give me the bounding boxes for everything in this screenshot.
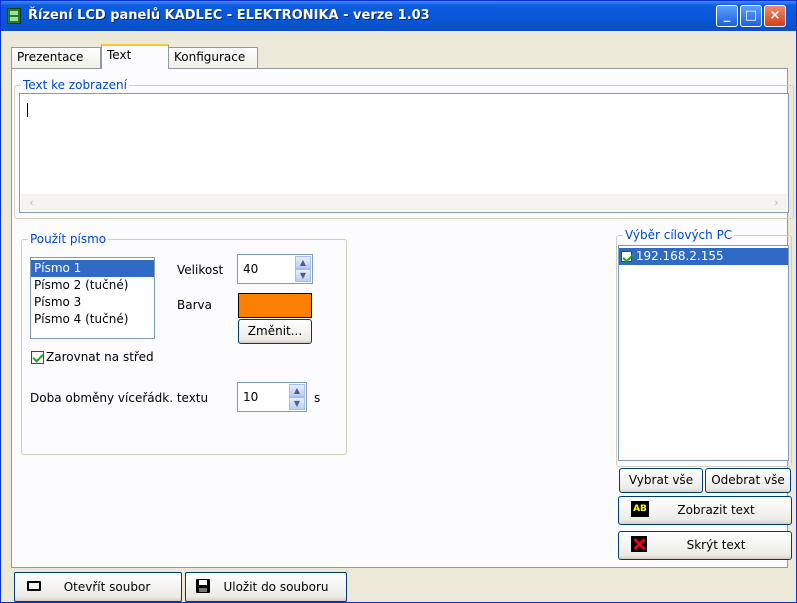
deselect-all-button[interactable]: Odebrat vše [705, 468, 791, 493]
size-spin-down-icon[interactable]: ▼ [295, 269, 311, 282]
color-swatch [238, 293, 312, 318]
font-group-legend: Použít písmo [28, 232, 109, 246]
interval-spinbox[interactable]: 10 ▲ ▼ [237, 382, 307, 412]
center-align-label[interactable]: Zarovnat na střed [46, 350, 154, 364]
change-color-button[interactable]: Změnit... [238, 319, 312, 344]
font-list-item[interactable]: Písmo 1 [31, 260, 154, 277]
text-group-legend: Text ke zobrazení [21, 78, 129, 92]
target-pc-item[interactable]: 192.168.2.155 [619, 248, 788, 265]
tab-prezentace[interactable]: Prezentace [11, 47, 101, 68]
target-pc-list[interactable]: 192.168.2.155 [618, 245, 789, 461]
app-window: Řízení LCD panelů KADLEC - ELEKTRONIKA -… [0, 0, 797, 603]
color-label: Barva [177, 298, 212, 312]
maximize-button[interactable]: □ [740, 5, 762, 27]
targets-group-legend: Výběr cílových PC [623, 228, 735, 242]
scroll-right-icon[interactable]: › [768, 194, 785, 211]
title-bar[interactable]: Řízení LCD panelů KADLEC - ELEKTRONIKA -… [1, 1, 796, 31]
display-text-textarea[interactable]: ‹ › [19, 93, 789, 213]
font-listbox[interactable]: Písmo 1 Písmo 2 (tučné) Písmo 3 Písmo 4 … [30, 257, 155, 339]
target-pc-label: 192.168.2.155 [635, 249, 724, 263]
size-spinbox[interactable]: 40 ▲ ▼ [237, 254, 313, 284]
center-align-checkbox[interactable] [31, 351, 44, 364]
tab-text[interactable]: Text [101, 44, 169, 69]
open-folder-icon [27, 581, 41, 591]
font-list-item[interactable]: Písmo 2 (tučné) [31, 277, 154, 294]
app-lcd-icon [7, 8, 21, 24]
interval-spin-buttons: ▲ ▼ [289, 384, 305, 410]
hide-text-label: Skrýt text [686, 538, 746, 552]
size-value[interactable]: 40 [243, 262, 258, 276]
target-pc-checkbox[interactable] [621, 251, 632, 262]
horizontal-scrollbar[interactable]: ‹ › [21, 194, 787, 211]
interval-label: Doba obměny víceřádk. textu [30, 391, 209, 405]
open-file-button[interactable]: Otevřít soubor [14, 572, 182, 602]
font-list-item[interactable]: Písmo 4 (tučné) [31, 311, 154, 328]
window-title: Řízení LCD panelů KADLEC - ELEKTRONIKA -… [28, 8, 430, 23]
interval-spin-up-icon[interactable]: ▲ [289, 384, 305, 397]
size-spin-up-icon[interactable]: ▲ [295, 256, 311, 269]
interval-unit: s [314, 391, 321, 405]
size-spin-buttons: ▲ ▼ [295, 256, 311, 282]
select-all-button[interactable]: Vybrat vše [619, 468, 703, 493]
show-text-label: Zobrazit text [677, 503, 755, 517]
hide-text-button[interactable]: Skrýt text [618, 531, 792, 560]
font-list-item[interactable]: Písmo 3 [31, 294, 154, 311]
interval-spin-down-icon[interactable]: ▼ [289, 397, 305, 410]
hide-text-icon [631, 536, 647, 552]
close-button[interactable]: × [764, 5, 786, 27]
save-floppy-icon [196, 579, 210, 593]
minimize-button[interactable]: _ [716, 5, 738, 27]
show-text-icon: AB [631, 501, 649, 517]
size-label: Velikost [177, 263, 224, 277]
scroll-left-icon[interactable]: ‹ [23, 194, 40, 211]
save-file-label: Uložit do souboru [223, 580, 329, 594]
interval-value[interactable]: 10 [243, 390, 258, 404]
tab-konfigurace[interactable]: Konfigurace [168, 47, 258, 68]
save-file-button[interactable]: Uložit do souboru [185, 572, 347, 602]
open-file-label: Otevřít soubor [63, 580, 151, 594]
show-text-button[interactable]: AB Zobrazit text [618, 496, 792, 525]
text-caret [27, 103, 28, 117]
